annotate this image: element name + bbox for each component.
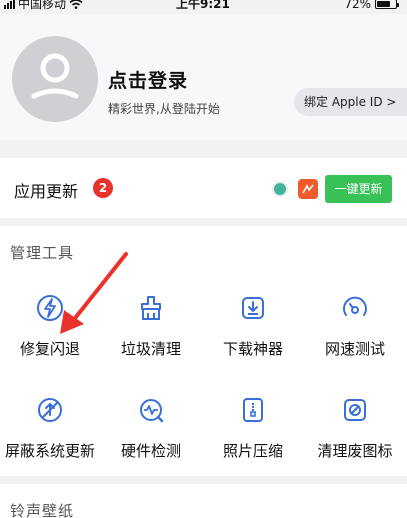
avatar[interactable] xyxy=(12,36,98,122)
ringtone-wallpaper-title: 铃声壁纸 xyxy=(10,502,75,518)
tool-hardware-check[interactable]: 硬件检测 xyxy=(101,396,201,460)
ringtone-wallpaper-section: 铃声壁纸 xyxy=(0,484,407,518)
clean-icons-icon xyxy=(344,399,366,421)
battery-percent: 72% xyxy=(344,0,371,11)
update-count-badge: 2 xyxy=(93,178,113,198)
tool-block-update[interactable]: 屏蔽系统更新 xyxy=(0,396,100,460)
tool-junk-clean[interactable]: 垃圾清理 xyxy=(101,294,201,358)
status-time: 上午9:21 xyxy=(176,0,230,11)
app-icon-green xyxy=(272,181,288,197)
tool-download[interactable]: 下载神器 xyxy=(203,294,303,358)
tool-speed-test[interactable]: 网速测试 xyxy=(305,294,405,358)
lightning-icon xyxy=(37,295,63,321)
signal-icon xyxy=(4,0,15,9)
tool-label: 下载神器 xyxy=(222,340,283,358)
management-tools-title: 管理工具 xyxy=(10,244,75,262)
status-bar: 中国移动 上午9:21 72% xyxy=(0,0,407,14)
speedometer-icon xyxy=(343,296,367,316)
management-tools-section: 管理工具 修复闪退 垃圾清理 下载神器 网速测试 屏蔽系统更新 硬件检测 照片压… xyxy=(0,226,407,476)
tool-label: 屏蔽系统更新 xyxy=(4,442,95,460)
login-title[interactable]: 点击登录 xyxy=(108,66,188,93)
tool-label: 清理废图标 xyxy=(317,442,393,460)
tool-clean-icons[interactable]: 清理废图标 xyxy=(305,396,405,460)
tool-label: 修复闪退 xyxy=(19,340,80,358)
hardware-check-icon xyxy=(140,399,164,423)
update-all-button[interactable]: 一键更新 xyxy=(325,175,392,203)
app-update-row[interactable]: 应用更新 2 一键更新 xyxy=(0,158,407,218)
battery-icon xyxy=(375,0,399,9)
tool-label: 垃圾清理 xyxy=(120,340,181,358)
wifi-icon xyxy=(69,0,83,9)
tool-fix-crash[interactable]: 修复闪退 xyxy=(0,294,100,358)
tool-label: 网速测试 xyxy=(324,340,385,358)
download-icon xyxy=(242,297,264,319)
carrier-name: 中国移动 xyxy=(18,0,67,11)
status-right: 72% xyxy=(344,0,399,11)
app-icon-orange xyxy=(298,179,318,199)
battery-fill xyxy=(377,1,390,7)
tool-photo-compress[interactable]: 照片压缩 xyxy=(203,396,303,460)
login-subtitle: 精彩世界,从登陆开始 xyxy=(108,102,220,116)
app-update-title: 应用更新 xyxy=(14,182,79,201)
block-update-icon xyxy=(38,398,62,422)
tool-label: 照片压缩 xyxy=(222,442,283,460)
photo-compress-icon xyxy=(243,398,263,422)
app-glyph-icon xyxy=(302,184,314,194)
bind-apple-id-button[interactable]: 绑定 Apple ID > xyxy=(294,88,407,116)
user-icon xyxy=(31,53,79,99)
tool-label: 硬件检测 xyxy=(120,442,181,460)
broom-icon xyxy=(141,296,161,320)
status-left: 中国移动 xyxy=(4,0,83,10)
profile-header: 点击登录 精彩世界,从登陆开始 绑定 Apple ID > xyxy=(0,14,407,140)
